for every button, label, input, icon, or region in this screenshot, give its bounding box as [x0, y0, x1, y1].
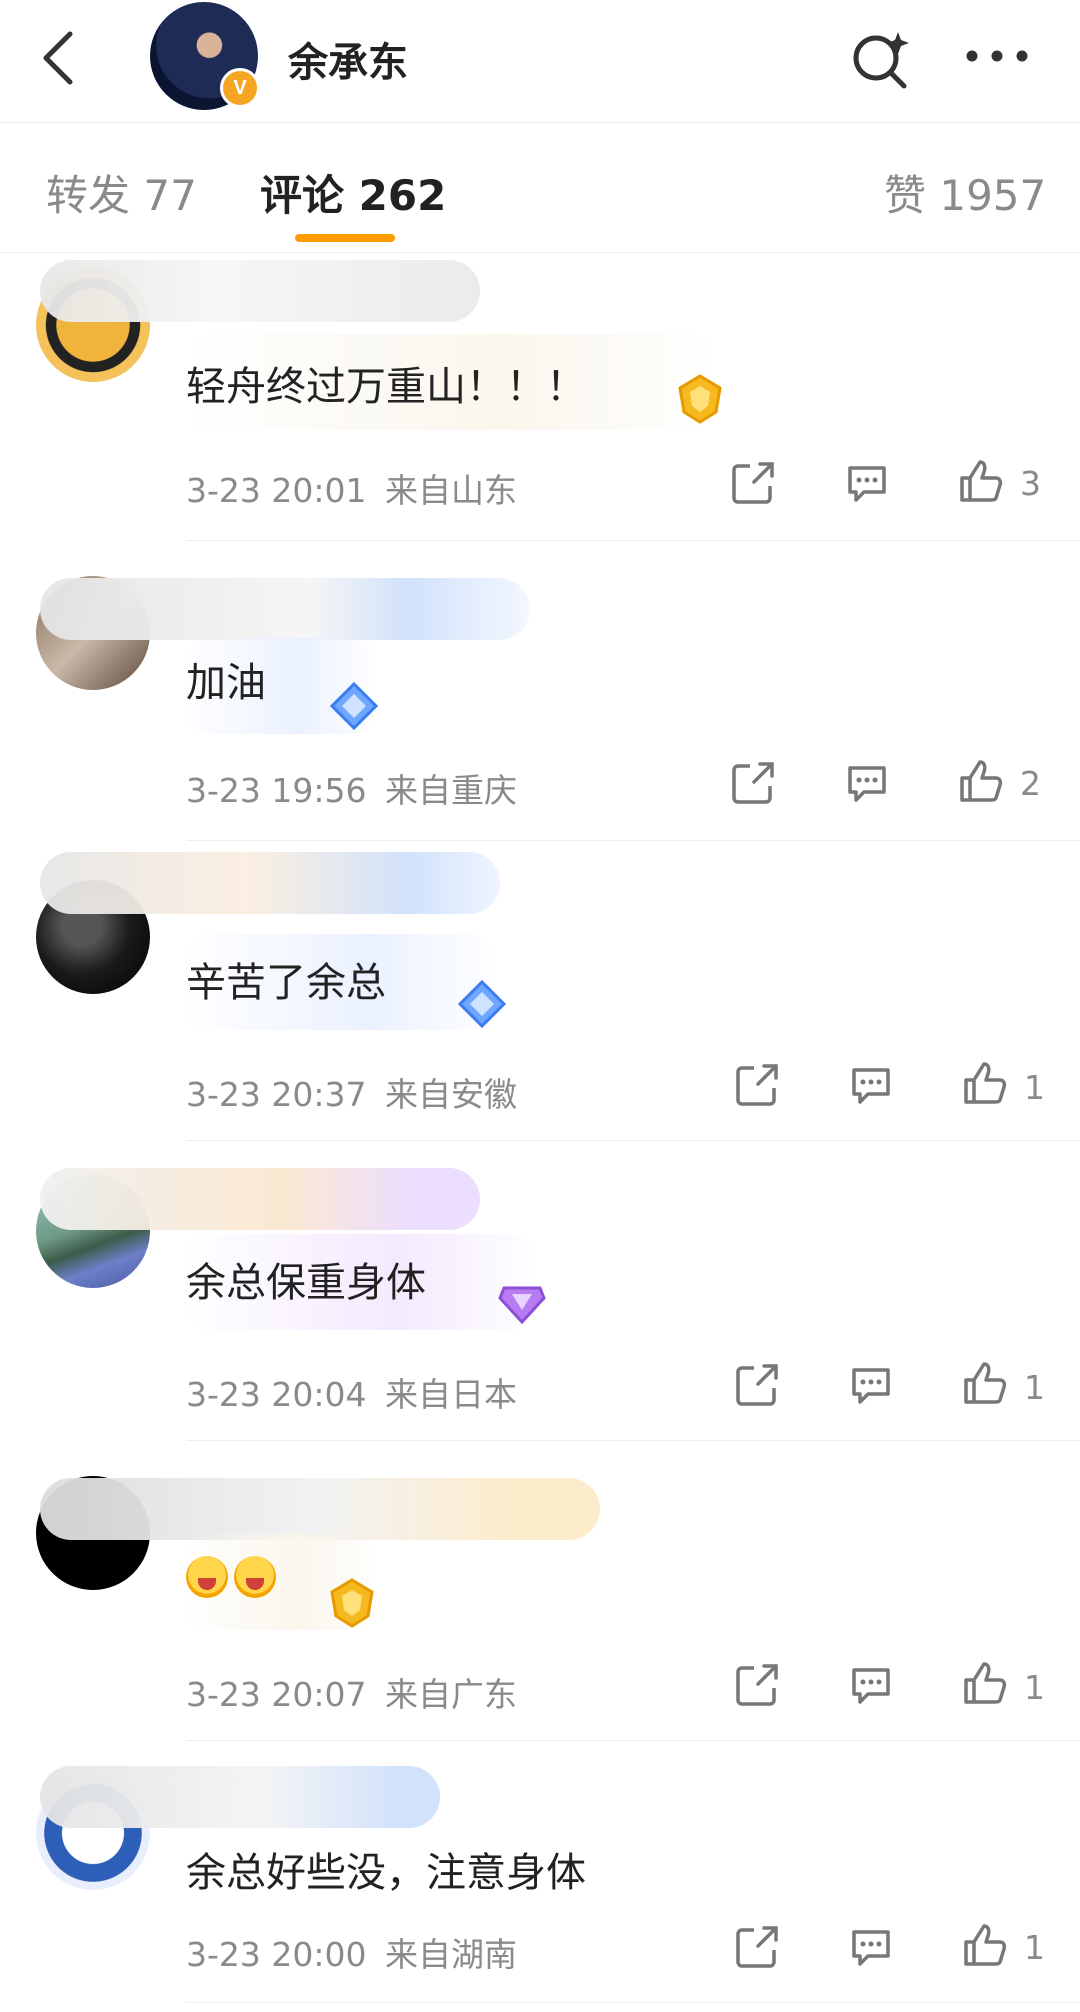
- blue-medal-icon: [457, 979, 507, 1029]
- reply-icon[interactable]: [844, 460, 890, 506]
- commenter-name[interactable]: [40, 1766, 440, 1828]
- tab-comments[interactable]: 评论 262: [260, 162, 446, 223]
- like-icon[interactable]: [962, 1660, 1008, 1706]
- comment-text: 余总好些没，注意身体: [186, 1850, 586, 1896]
- crying-laughing-emoji-icon: [186, 1556, 228, 1598]
- comment-time: 3-23 20:37: [186, 1075, 367, 1114]
- active-tab-indicator: [295, 234, 395, 242]
- share-icon[interactable]: [734, 1362, 780, 1408]
- comment-item: 余总保重身体 3-23 20:04 来自日本 1: [0, 1142, 1080, 1442]
- comment-text: [186, 1552, 282, 1598]
- comment-location: 来自湖南: [385, 1935, 517, 1974]
- comment-time: 3-23 20:01: [186, 471, 367, 510]
- gold-medal-icon: [330, 1578, 374, 1628]
- comment-location: 来自安徽: [385, 1075, 517, 1114]
- comment-meta: 3-23 20:01 来自山东: [186, 464, 517, 512]
- share-icon[interactable]: [734, 1062, 780, 1108]
- like-icon[interactable]: [962, 1060, 1008, 1106]
- top-bar: V 余承东: [0, 0, 1080, 123]
- comment-item: 加油 3-23 19:56 来自重庆 2: [0, 542, 1080, 842]
- search-sparkle-icon[interactable]: [848, 28, 912, 92]
- comment-item: 3-23 20:07 来自广东 1: [0, 1442, 1080, 1742]
- share-icon[interactable]: [734, 1924, 780, 1970]
- crying-laughing-emoji-icon: [234, 1556, 276, 1598]
- comment-item: 轻舟终过万重山！！！ 3-23 20:01 来自山东 3: [0, 252, 1080, 542]
- reply-icon[interactable]: [848, 1362, 894, 1408]
- like-icon[interactable]: [958, 458, 1004, 504]
- like-count: 1: [1024, 1068, 1045, 1107]
- like-count: 1: [1024, 1368, 1045, 1407]
- comment-meta: 3-23 20:07 来自广东: [186, 1668, 517, 1716]
- comment-time: 3-23 20:07: [186, 1675, 367, 1714]
- tab-bar: 转发 77 评论 262 赞 1957: [0, 122, 1080, 253]
- like-count: 2: [1020, 764, 1041, 803]
- comment-meta: 3-23 19:56 来自重庆: [186, 764, 517, 812]
- like-icon[interactable]: [962, 1922, 1008, 1968]
- divider: [186, 840, 1080, 841]
- comment-time: 3-23 20:04: [186, 1375, 367, 1414]
- divider: [186, 2002, 1080, 2003]
- tab-reposts[interactable]: 转发 77: [46, 162, 197, 223]
- comment-item: 辛苦了余总 3-23 20:37 来自安徽 1: [0, 842, 1080, 1142]
- comment-item: 余总好些没，注意身体 3-23 20:00 来自湖南 1: [0, 1742, 1080, 2012]
- comment-text: 加油: [186, 660, 266, 706]
- page-title: 余承东: [288, 40, 408, 86]
- blue-medal-icon: [329, 681, 379, 731]
- comment-time: 3-23 20:00: [186, 1935, 367, 1974]
- like-count: 1: [1024, 1668, 1045, 1707]
- commenter-name[interactable]: [40, 1478, 600, 1540]
- like-icon[interactable]: [958, 758, 1004, 804]
- like-count: 1: [1024, 1928, 1045, 1967]
- commenter-name[interactable]: [40, 260, 480, 322]
- reply-icon[interactable]: [848, 1062, 894, 1108]
- divider: [186, 1140, 1080, 1141]
- comment-text: 余总保重身体: [186, 1260, 426, 1306]
- comment-meta: 3-23 20:37 来自安徽: [186, 1068, 517, 1116]
- reply-icon[interactable]: [848, 1924, 894, 1970]
- comment-location: 来自广东: [385, 1675, 517, 1714]
- commenter-name[interactable]: [40, 852, 500, 914]
- comment-meta: 3-23 20:04 来自日本: [186, 1368, 517, 1416]
- commenter-name[interactable]: [40, 578, 530, 640]
- comment-text: 辛苦了余总: [186, 960, 386, 1006]
- gold-medal-icon: [678, 374, 722, 424]
- comment-location: 来自日本: [385, 1375, 517, 1414]
- author-avatar[interactable]: V: [150, 2, 260, 110]
- like-count: 3: [1020, 464, 1041, 503]
- share-icon[interactable]: [730, 460, 776, 506]
- more-options-icon[interactable]: [962, 36, 1032, 76]
- share-icon[interactable]: [730, 760, 776, 806]
- divider: [186, 1740, 1080, 1741]
- divider: [186, 1440, 1080, 1441]
- comment-time: 3-23 19:56: [186, 771, 367, 810]
- share-icon[interactable]: [734, 1662, 780, 1708]
- comment-text: 轻舟终过万重山！！！: [186, 364, 586, 410]
- reply-icon[interactable]: [848, 1662, 894, 1708]
- commenter-name[interactable]: [40, 1168, 480, 1230]
- like-icon[interactable]: [962, 1360, 1008, 1406]
- comment-meta: 3-23 20:00 来自湖南: [186, 1928, 517, 1976]
- divider: [186, 540, 1080, 541]
- comment-location: 来自重庆: [385, 771, 517, 810]
- purple-medal-icon: [498, 1286, 546, 1325]
- tab-likes[interactable]: 赞 1957: [884, 162, 1046, 223]
- reply-icon[interactable]: [844, 760, 890, 806]
- comment-location: 来自山东: [385, 471, 517, 510]
- back-arrow-icon[interactable]: [36, 28, 84, 88]
- verified-badge: V: [220, 68, 260, 108]
